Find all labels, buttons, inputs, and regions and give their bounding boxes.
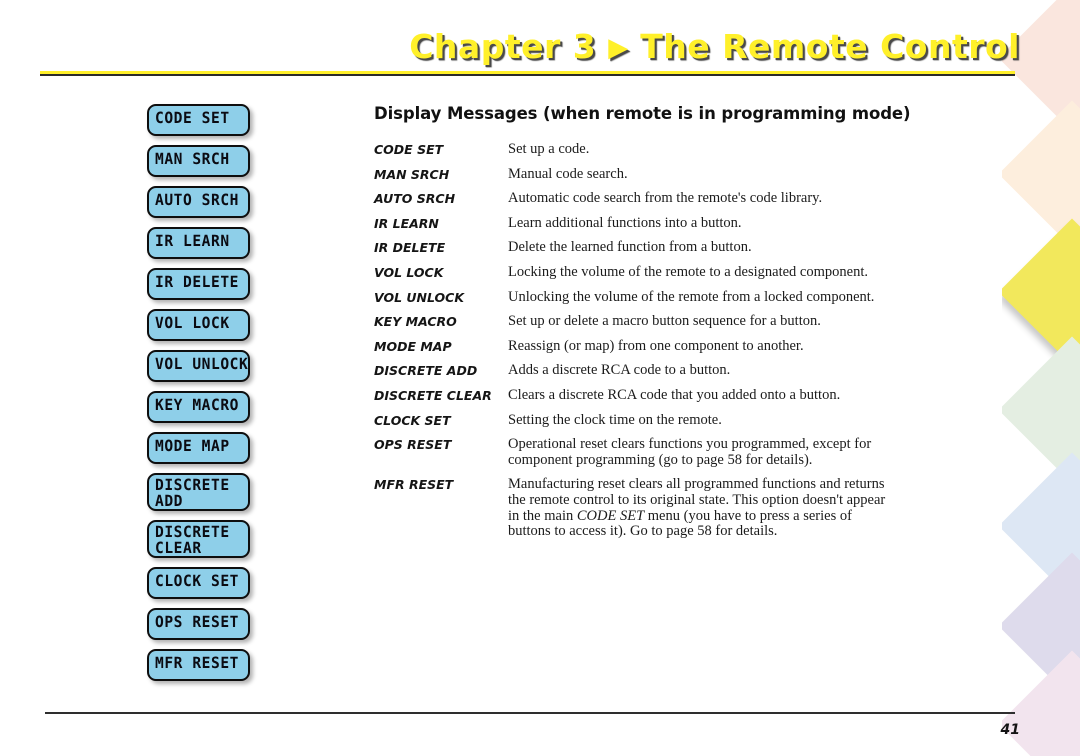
- lcd-button-key-macro[interactable]: KEY MACRO: [147, 391, 250, 423]
- lcd-button-label: VOL UNLOCK: [155, 355, 249, 373]
- lcd-button-label: IR DELETE: [155, 273, 240, 291]
- lcd-button-label: CODE SET: [155, 109, 230, 127]
- message-term: MODE MAP: [374, 338, 452, 354]
- message-term: DISCRETE ADD: [374, 363, 478, 379]
- lcd-button-label: MFR RESET: [155, 654, 240, 672]
- lcd-button-auto-srch[interactable]: AUTO SRCH: [147, 186, 250, 218]
- lcd-button-vol-unlock[interactable]: VOL UNLOCK: [147, 350, 250, 382]
- message-description: Clears a discrete RCA code that you adde…: [508, 386, 841, 403]
- message-term: IR DELETE: [374, 240, 446, 256]
- message-description: Automatic code search from the remote's …: [508, 190, 823, 207]
- message-term: IR LEARN: [374, 215, 439, 231]
- main-content: Display Messages (when remote is in prog…: [374, 104, 914, 549]
- lcd-button-label: OPS RESET: [155, 613, 240, 631]
- table-row: CLOCK SET Setting the clock time on the r…: [374, 411, 894, 438]
- message-description: Reassign (or map) from one component to …: [508, 337, 804, 354]
- message-term: OPS RESET: [374, 437, 452, 453]
- message-description: Unlocking the volume of the remote from …: [508, 288, 875, 305]
- message-term: CODE SET: [374, 142, 444, 157]
- header-divider: [40, 71, 1015, 74]
- message-term: KEY MACRO: [374, 314, 457, 330]
- message-term: AUTO SRCH: [374, 191, 456, 207]
- lcd-button-label: KEY MACRO: [155, 396, 240, 414]
- message-description: Adds a discrete RCA code to a button.: [508, 362, 731, 379]
- lcd-button-ops-reset[interactable]: OPS RESET: [147, 608, 250, 640]
- footer-divider: [45, 712, 1015, 714]
- lcd-button-vol-lock[interactable]: VOL LOCK: [147, 309, 250, 341]
- table-row: DISCRETE ADD Adds a discrete RCA code to …: [374, 363, 894, 388]
- emphasis-text: CODE SET: [576, 507, 645, 524]
- table-row: OPS RESET Operational reset clears functi…: [374, 436, 894, 477]
- message-description: Learn additional functions into a button…: [508, 214, 742, 231]
- table-row: VOL LOCK Locking the volume of the remote…: [374, 263, 894, 290]
- message-description: Locking the volume of the remote to a de…: [508, 263, 868, 280]
- message-description: Set up a code.: [508, 141, 590, 157]
- table-row: IR DELETE Delete the learned function fro…: [374, 240, 894, 265]
- lcd-button-list: CODE SET MAN SRCH AUTO SRCH IR LEARN IR DELE…: [147, 104, 259, 690]
- message-term: CLOCK SET: [374, 412, 451, 428]
- chapter-title-text: The Remote Control: [640, 27, 1020, 66]
- lcd-button-ir-delete[interactable]: IR DELETE: [147, 268, 250, 300]
- lcd-button-label: AUTO SRCH: [155, 191, 240, 209]
- display-messages-table: CODE SET Set up a code. MAN SRCH Manual cod…: [374, 141, 894, 549]
- lcd-button-discrete-add[interactable]: DISCRETE ADD: [147, 473, 250, 511]
- lcd-button-code-set[interactable]: CODE SET: [147, 104, 250, 136]
- lcd-button-label: MODE MAP: [155, 437, 230, 455]
- message-description: Manufacturing reset clears all programme…: [508, 476, 894, 548]
- message-term: MFR RESET: [374, 477, 454, 493]
- table-row: CODE SET Set up a code.: [374, 141, 894, 167]
- lcd-button-label-line2: CLEAR: [155, 538, 202, 557]
- lcd-button-ir-learn[interactable]: IR LEARN: [147, 227, 250, 259]
- table-row: VOL UNLOCK Unlocking the volume of the re…: [374, 288, 894, 315]
- table-row: KEY MACRO Set up or delete a macro button…: [374, 313, 894, 339]
- table-row: MFR RESET Manufacturing reset clears all …: [374, 476, 894, 548]
- table-row: IR LEARN Learn additional functions into …: [374, 214, 894, 241]
- message-term: DISCRETE CLEAR: [374, 387, 492, 403]
- lcd-button-label: MAN SRCH: [155, 150, 230, 168]
- table-row: DISCRETE CLEAR Clears a discrete RCA code…: [374, 386, 894, 413]
- table-row: MODE MAP Reassign (or map) from one compo…: [374, 337, 894, 364]
- lcd-button-label-line2: ADD: [155, 491, 184, 510]
- message-term: VOL LOCK: [374, 264, 444, 280]
- table-row: MAN SRCH Manual code search.: [374, 165, 894, 192]
- lcd-button-label: IR LEARN: [155, 232, 230, 250]
- page-number: 41: [1000, 722, 1020, 738]
- lcd-button-mode-map[interactable]: MODE MAP: [147, 432, 250, 464]
- page-title: Chapter 3 ▶ The Remote Control: [409, 27, 1020, 66]
- lcd-button-clock-set[interactable]: CLOCK SET: [147, 567, 250, 599]
- section-heading: Display Messages (when remote is in prog…: [374, 104, 911, 123]
- message-description: Set up or delete a macro button sequence…: [508, 313, 821, 330]
- message-description: Manual code search.: [508, 165, 628, 182]
- message-description: Setting the clock time on the remote.: [508, 411, 722, 428]
- chapter-label: Chapter 3: [409, 27, 597, 66]
- message-term: VOL UNLOCK: [374, 289, 465, 305]
- message-description: Delete the learned function from a butto…: [508, 239, 752, 256]
- lcd-button-label: VOL LOCK: [155, 314, 230, 332]
- message-description: Operational reset clears functions you p…: [508, 436, 872, 468]
- decorative-diamond-strip: [1002, 0, 1080, 756]
- lcd-button-mfr-reset[interactable]: MFR RESET: [147, 649, 250, 681]
- chapter-header: Chapter 3 ▶ The Remote Control: [0, 27, 1020, 66]
- message-term: MAN SRCH: [374, 166, 450, 182]
- lcd-button-man-srch[interactable]: MAN SRCH: [147, 145, 250, 177]
- lcd-button-label: CLOCK SET: [155, 572, 240, 590]
- lcd-button-discrete-clear[interactable]: DISCRETE CLEAR: [147, 520, 250, 558]
- table-row: AUTO SRCH Automatic code search from the …: [374, 191, 894, 216]
- triangle-bullet-icon: ▶: [608, 33, 629, 63]
